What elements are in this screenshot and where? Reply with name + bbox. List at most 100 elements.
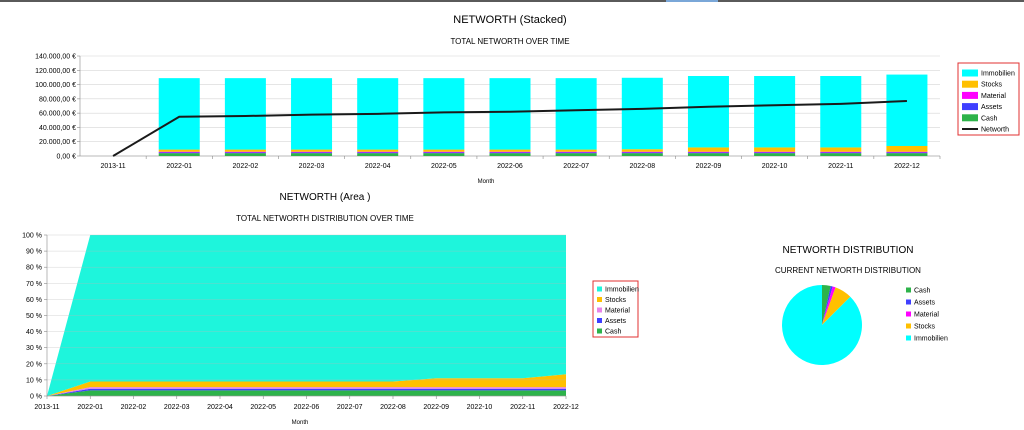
bar-segment xyxy=(489,151,531,153)
bar-segment xyxy=(158,153,200,156)
legend-label: Stocks xyxy=(981,82,1003,89)
bar-segment xyxy=(621,149,663,152)
stacked-chart-title: NETWORTH (Stacked) xyxy=(453,14,566,26)
x-tick-label: 2022-09 xyxy=(423,404,449,411)
legend-swatch xyxy=(906,287,911,293)
stacked-chart-xlabel: Month xyxy=(478,179,495,185)
legend-swatch xyxy=(906,311,911,317)
legend-label: Material xyxy=(981,93,1006,100)
x-tick-label: 2022-12 xyxy=(553,404,579,411)
x-tick-label: 2022-04 xyxy=(365,163,391,170)
bar-segment xyxy=(489,153,531,156)
x-tick-label: 2022-12 xyxy=(894,163,920,170)
bar-segment xyxy=(754,151,796,153)
bar-segment xyxy=(886,153,928,156)
bar-segment xyxy=(357,149,399,152)
bar-segment xyxy=(886,152,928,154)
bar-segment xyxy=(291,153,333,156)
x-tick-label: 2022-11 xyxy=(510,404,535,411)
legend-label: Material xyxy=(914,312,939,319)
legend-swatch xyxy=(962,91,978,99)
y-tick-label: 140.000,00 € xyxy=(35,54,76,61)
bar-segment xyxy=(291,149,333,152)
x-tick-label: 2022-10 xyxy=(762,163,788,170)
bar-segment xyxy=(489,149,531,152)
y-tick-label: 60.000,00 € xyxy=(39,111,76,118)
y-tick-label: 120.000,00 € xyxy=(35,68,76,75)
bar-segment xyxy=(555,149,597,152)
area-chart-title: NETWORTH (Area ) xyxy=(280,192,371,203)
bar-segment xyxy=(489,152,531,154)
x-tick-label: 2022-07 xyxy=(337,404,363,411)
legend-label: Cash xyxy=(914,288,930,295)
legend-swatch xyxy=(597,307,602,313)
y-tick-label: 40 % xyxy=(26,329,42,336)
bar-segment xyxy=(423,149,465,152)
bar-segment xyxy=(687,76,729,148)
x-tick-label: 2013-11 xyxy=(100,163,125,170)
legend-swatch xyxy=(597,328,602,334)
y-tick-label: 70 % xyxy=(26,281,42,288)
legend-swatch xyxy=(597,297,602,302)
bar-segment xyxy=(820,153,862,156)
bar-segment xyxy=(224,78,266,150)
legend-label: Immobilien xyxy=(605,287,639,294)
legend-swatch xyxy=(597,318,602,323)
y-tick-label: 80.000,00 € xyxy=(39,96,76,103)
x-tick-label: 2022-07 xyxy=(563,163,589,170)
area-chart-xlabel: Month xyxy=(292,420,309,426)
stacked-chart-subtitle: TOTAL NETWORTH OVER TIME xyxy=(450,37,569,46)
bar-segment xyxy=(489,78,531,150)
legend-swatch xyxy=(906,323,911,329)
legend-swatch xyxy=(962,69,978,77)
x-tick-label: 2022-09 xyxy=(696,163,722,170)
bar-segment xyxy=(820,152,862,154)
x-tick-label: 2022-08 xyxy=(629,163,655,170)
bar-segment xyxy=(158,151,200,153)
legend-label: Cash xyxy=(605,329,621,336)
legend-label: Immobilien xyxy=(981,71,1015,78)
legend-label: Immobilien xyxy=(914,336,948,343)
bar-segment xyxy=(423,151,465,153)
bar-segment xyxy=(754,152,796,154)
bar-segment xyxy=(886,146,928,152)
y-tick-label: 100.000,00 € xyxy=(35,82,76,89)
bar-segment xyxy=(291,152,333,154)
bar-segment xyxy=(357,153,399,156)
bar-segment xyxy=(754,153,796,156)
x-tick-label: 2022-08 xyxy=(380,404,406,411)
legend-swatch xyxy=(906,299,911,305)
x-tick-label: 2022-04 xyxy=(207,404,233,411)
x-tick-label: 2013-11 xyxy=(34,404,59,411)
y-tick-label: 40.000,00 € xyxy=(39,125,76,132)
legend-label: Assets xyxy=(605,318,627,325)
legend-label: Networth xyxy=(981,127,1009,134)
legend-swatch xyxy=(597,286,602,292)
bar-segment xyxy=(687,147,729,152)
bar-segment xyxy=(754,147,796,152)
bar-segment xyxy=(357,152,399,154)
bar-segment xyxy=(555,152,597,154)
y-tick-label: 0 % xyxy=(30,394,42,401)
area-chart-subtitle: TOTAL NETWORTH DISTRIBUTION OVER TIME xyxy=(236,214,414,223)
bar-segment xyxy=(621,77,663,150)
x-tick-label: 2022-01 xyxy=(166,163,192,170)
bar-segment xyxy=(158,149,200,152)
legend-label: Assets xyxy=(981,104,1003,111)
y-tick-label: 10 % xyxy=(26,377,42,384)
legend-label: Cash xyxy=(981,115,997,122)
x-tick-label: 2022-10 xyxy=(467,404,493,411)
y-tick-label: 60 % xyxy=(26,297,42,304)
stacked-chart: 0,00 € 20.000,00 € 40.000,00 € 60.000,00 € 8… xyxy=(35,54,1020,170)
bar-segment xyxy=(886,74,928,146)
bar-segment xyxy=(621,153,663,156)
bar-segment xyxy=(820,76,862,148)
x-tick-label: 2022-05 xyxy=(250,404,276,411)
x-tick-label: 2022-06 xyxy=(294,404,320,411)
x-tick-label: 2022-11 xyxy=(828,163,853,170)
bar-segment xyxy=(357,151,399,153)
bar-segment xyxy=(224,151,266,153)
bar-segment xyxy=(423,153,465,156)
x-tick-label: 2022-03 xyxy=(164,404,190,411)
legend-swatch xyxy=(962,103,978,111)
